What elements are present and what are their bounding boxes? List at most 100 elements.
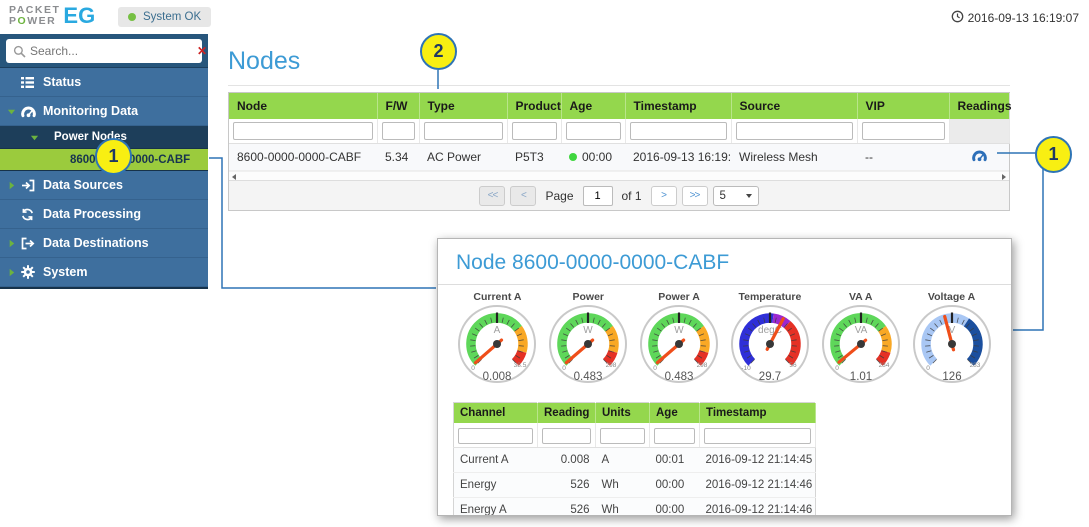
gauge-max-label: 298 bbox=[606, 362, 617, 369]
popup-table-row[interactable]: Current A0.008A00:012016-09-12 21:14:45 bbox=[454, 448, 816, 473]
first-page-button[interactable]: << bbox=[479, 186, 505, 206]
page-number-input[interactable] bbox=[583, 186, 613, 206]
column-header-readings[interactable]: Readings bbox=[949, 93, 1009, 119]
filter-type-input[interactable] bbox=[424, 122, 503, 140]
last-page-button[interactable]: >> bbox=[682, 186, 708, 206]
column-header-fw[interactable]: F/W bbox=[377, 93, 419, 119]
filter-node-input[interactable] bbox=[233, 122, 373, 140]
column-header-age[interactable]: Age bbox=[561, 93, 625, 119]
readings-gauge-icon[interactable] bbox=[972, 151, 987, 165]
scroll-left-icon[interactable] bbox=[232, 174, 236, 180]
column-header-timestamp[interactable]: Timestamp bbox=[625, 93, 731, 119]
gauge-power-a: Power AW02980.483 bbox=[634, 291, 725, 394]
gauge-title: Power bbox=[543, 291, 634, 303]
sidebar-item-data-processing[interactable]: Data Processing bbox=[0, 200, 208, 229]
callout-1-right: 1 bbox=[1035, 136, 1072, 173]
gauge-voltage-a: Voltage AV0283126 bbox=[906, 291, 997, 394]
gauge-max-label: 298 bbox=[697, 362, 708, 369]
app-window: PACKET POWER EG System OK 2016-09-13 16:… bbox=[0, 0, 1089, 527]
page-of-label: of 1 bbox=[622, 189, 642, 203]
gauge-value: 1.01 bbox=[850, 371, 872, 383]
gauge-title: Power A bbox=[634, 291, 725, 303]
gauge-unit: VA bbox=[854, 325, 867, 336]
gauge-dial: V0283126 bbox=[908, 304, 996, 389]
sidebar-item-system[interactable]: System bbox=[0, 258, 208, 287]
sidebar-items: StatusMonitoring DataPower Nodes8600-000… bbox=[0, 68, 208, 287]
popup-cell-units: A bbox=[596, 448, 650, 473]
column-header-vip[interactable]: VIP bbox=[857, 93, 949, 119]
logo-green-o: O bbox=[18, 15, 28, 27]
column-header-product[interactable]: Product bbox=[507, 93, 561, 119]
cell-source: Wireless Mesh bbox=[731, 144, 857, 171]
popup-cell-timestamp: 2016-09-12 21:14:46 bbox=[700, 473, 816, 498]
scroll-right-icon[interactable] bbox=[1002, 174, 1006, 180]
chevron-right-icon bbox=[7, 181, 21, 190]
sidebar-item-data-sources[interactable]: Data Sources bbox=[0, 171, 208, 200]
page-size-value: 5 bbox=[720, 190, 726, 202]
popup-filter-units-input[interactable] bbox=[600, 428, 645, 444]
popup-column-header-age[interactable]: Age bbox=[650, 403, 700, 424]
filter-age-input[interactable] bbox=[566, 122, 621, 140]
chevron-right-icon bbox=[7, 239, 21, 248]
nodes-table: NodeF/WTypeProductAgeTimestampSourceVIPR… bbox=[229, 93, 1010, 171]
gauge-current-a: Current AA038.50.008 bbox=[452, 291, 543, 394]
filter-vip-input[interactable] bbox=[862, 122, 945, 140]
gauge-value: 0.483 bbox=[665, 371, 694, 383]
gauge-min-label: 0 bbox=[835, 365, 839, 372]
prev-page-button[interactable]: < bbox=[510, 186, 536, 206]
popup-cell-age: 00:00 bbox=[650, 498, 700, 517]
popup-table-row[interactable]: Energy526Wh00:002016-09-12 21:14:46 bbox=[454, 473, 816, 498]
table-row[interactable]: 8600-0000-0000-CABF5.34AC PowerP5T300:00… bbox=[229, 144, 1009, 171]
cell-age: 00:00 bbox=[561, 144, 625, 171]
sidebar-item-label: Data Destinations bbox=[43, 236, 149, 250]
gauge-va-a: VA AVA02841.01 bbox=[815, 291, 906, 394]
sidebar-item-label: Status bbox=[43, 75, 81, 89]
popup-cell-channel: Current A bbox=[454, 448, 538, 473]
nodes-table-widget: NodeF/WTypeProductAgeTimestampSourceVIPR… bbox=[228, 92, 1010, 211]
filter-timestamp-input[interactable] bbox=[630, 122, 727, 140]
sidebar-item-data-destinations[interactable]: Data Destinations bbox=[0, 229, 208, 258]
filter-source-input[interactable] bbox=[736, 122, 853, 140]
column-header-source[interactable]: Source bbox=[731, 93, 857, 119]
popup-cell-channel: Energy bbox=[454, 473, 538, 498]
cell-readings bbox=[949, 144, 1009, 171]
gauge-unit: W bbox=[674, 325, 684, 336]
search-input[interactable] bbox=[26, 44, 189, 58]
logo-wordmark: PACKET POWER bbox=[9, 5, 60, 27]
popup-column-header-channel[interactable]: Channel bbox=[454, 403, 538, 424]
clear-search-icon[interactable]: ✕ bbox=[189, 44, 215, 58]
popup-filter-channel-input[interactable] bbox=[458, 428, 533, 444]
popup-table-row[interactable]: Energy A526Wh00:002016-09-12 21:14:46 bbox=[454, 498, 816, 517]
next-page-button[interactable]: > bbox=[651, 186, 677, 206]
gauge-temperature: TemperaturedegC-105629.7 bbox=[724, 291, 815, 394]
sidebar-item-monitoring-data[interactable]: Monitoring Data bbox=[0, 97, 208, 126]
system-clock: 2016-09-13 16:19:07 bbox=[951, 10, 1079, 26]
gauge-value: 126 bbox=[942, 371, 961, 383]
column-header-type[interactable]: Type bbox=[419, 93, 507, 119]
filter-product-input[interactable] bbox=[512, 122, 557, 140]
popup-filter-age-input[interactable] bbox=[654, 428, 695, 444]
cell-node: 8600-0000-0000-CABF bbox=[229, 144, 377, 171]
popup-cell-units: Wh bbox=[596, 498, 650, 517]
filter-fw-input[interactable] bbox=[382, 122, 415, 140]
gauge-min-label: 0 bbox=[472, 365, 476, 372]
page-size-select[interactable]: 5 bbox=[713, 186, 759, 206]
column-header-node[interactable]: Node bbox=[229, 93, 377, 119]
sidebar-item-status[interactable]: Status bbox=[0, 68, 208, 97]
popup-cell-age: 00:00 bbox=[650, 473, 700, 498]
gauge-dial: degC-105629.7 bbox=[726, 304, 814, 389]
popup-filter-reading-input[interactable] bbox=[542, 428, 591, 444]
top-bar: PACKET POWER EG System OK 2016-09-13 16:… bbox=[0, 0, 1089, 34]
chevron-down-icon bbox=[746, 194, 752, 198]
popup-column-header-units[interactable]: Units bbox=[596, 403, 650, 424]
sidebar-item-label: Monitoring Data bbox=[43, 104, 138, 118]
popup-filter-timestamp-input[interactable] bbox=[704, 428, 811, 444]
horizontal-scrollbar[interactable] bbox=[229, 171, 1009, 180]
popup-column-header-reading[interactable]: Reading bbox=[538, 403, 596, 424]
gauge-min-label: -10 bbox=[741, 365, 751, 372]
gauge-title: Current A bbox=[452, 291, 543, 303]
pagination-bar: << < Page of 1 > >> 5 bbox=[229, 180, 1009, 210]
gauge-dial: VA02841.01 bbox=[817, 304, 905, 389]
popup-column-header-timestamp[interactable]: Timestamp bbox=[700, 403, 816, 424]
gauge-unit: W bbox=[584, 325, 594, 336]
